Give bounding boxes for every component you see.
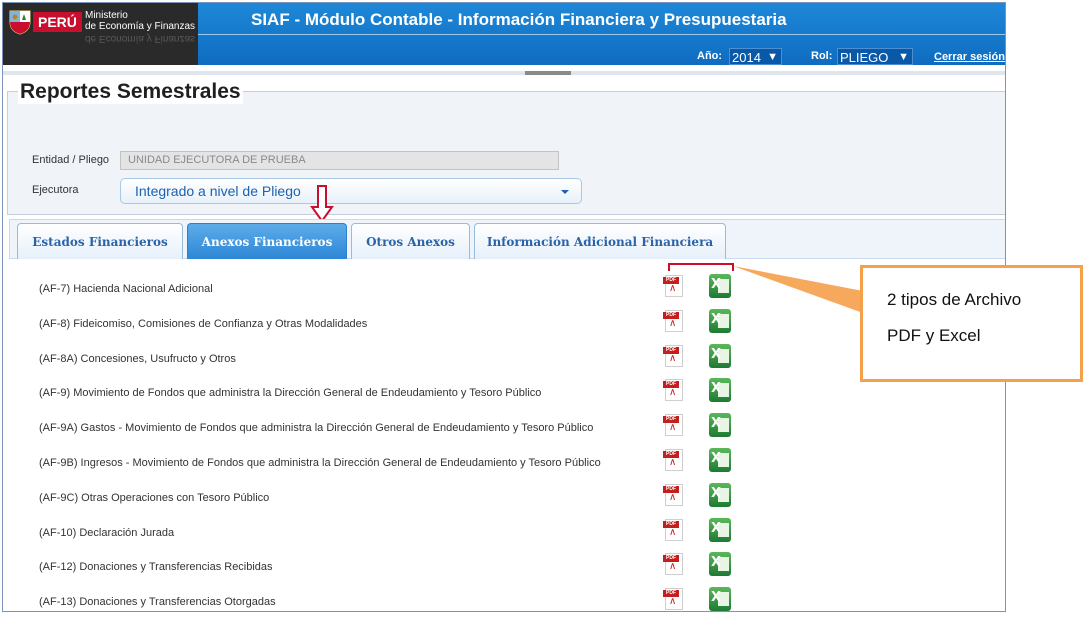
callout-line-2: PDF y Excel [887,326,981,345]
annex-row-label: (AF-9) Movimiento de Fondos que administ… [39,387,542,400]
pdf-download-icon[interactable]: PDF ∧ [663,587,685,611]
annex-row-label: (AF-9B) Ingresos - Movimiento de Fondos … [39,457,601,469]
pdf-download-icon[interactable]: PDF ∧ [663,552,685,576]
excel-x-glyph: X [711,277,722,292]
excel-download-icon[interactable]: X [709,448,731,472]
excel-download-icon[interactable]: X [709,343,731,368]
acrobat-glyph-icon: ∧ [669,596,677,608]
excel-download-icon[interactable]: X [709,413,731,438]
pdf-download-icon[interactable]: PDF ∧ [663,378,685,402]
excel-x-glyph: X [711,590,722,606]
excel-download-icon[interactable]: X [709,552,731,577]
excel-x-glyph: X [711,485,722,501]
annex-row-label: (AF-10) Declaración Jurada [39,526,175,539]
excel-x-glyph: X [711,346,722,362]
acrobat-glyph-icon: ∧ [669,352,677,364]
annex-row-label: (AF-12) Donaciones y Transferencias Reci… [39,561,273,574]
excel-download-icon[interactable]: X [709,587,731,611]
app-window: PERÚ Ministerio de Economía y Finanzas d… [2,2,1006,612]
excel-x-glyph: X [711,555,722,571]
callout-line-1: 2 tipos de Archivo [887,290,1022,309]
acrobat-glyph-icon: ∧ [669,561,677,573]
annotation-callout: 2 tipos de Archivo PDF y Excel [860,265,1083,382]
excel-x-glyph: X [711,381,722,397]
annex-row-label: (AF-13) Donaciones y Transferencias Otor… [39,596,276,609]
excel-x-glyph: X [711,416,722,432]
annex-row-label: (AF-8A) Concesiones, Usufructo y Otros [39,352,236,365]
excel-download-icon[interactable]: X [709,274,731,298]
excel-download-icon[interactable]: X [709,482,731,507]
annex-row-label: (AF-8) Fideicomiso, Comisiones de Confia… [39,317,368,330]
acrobat-glyph-icon: ∧ [669,283,677,294]
pdf-download-icon[interactable]: PDF ∧ [663,274,685,298]
excel-x-glyph: X [711,311,722,327]
pdf-download-icon[interactable]: PDF ∧ [663,518,685,542]
excel-x-glyph: X [711,451,722,466]
pdf-download-icon[interactable]: PDF ∧ [663,448,685,472]
annex-row-label: (AF-7) Hacienda Nacional Adicional [39,283,213,295]
annotation-overlay [668,263,863,313]
pdf-download-icon[interactable]: PDF ∧ [663,483,685,507]
pdf-download-icon[interactable]: PDF ∧ [663,413,685,437]
excel-download-icon[interactable]: X [709,517,731,542]
acrobat-glyph-icon: ∧ [669,457,677,468]
excel-download-icon[interactable]: X [709,378,731,403]
acrobat-glyph-icon: ∧ [669,526,677,538]
excel-x-glyph: X [711,520,722,536]
annex-row-label: (AF-9C) Otras Operaciones con Tesoro Púb… [39,491,270,504]
acrobat-glyph-icon: ∧ [669,317,677,329]
pdf-download-icon[interactable]: PDF ∧ [663,309,685,333]
annex-row-label: (AF-9A) Gastos - Movimiento de Fondos qu… [39,422,594,435]
pdf-download-icon[interactable]: PDF ∧ [663,344,685,368]
acrobat-glyph-icon: ∧ [669,422,677,434]
acrobat-glyph-icon: ∧ [669,491,677,503]
excel-download-icon[interactable]: X [709,308,731,333]
acrobat-glyph-icon: ∧ [669,387,677,399]
